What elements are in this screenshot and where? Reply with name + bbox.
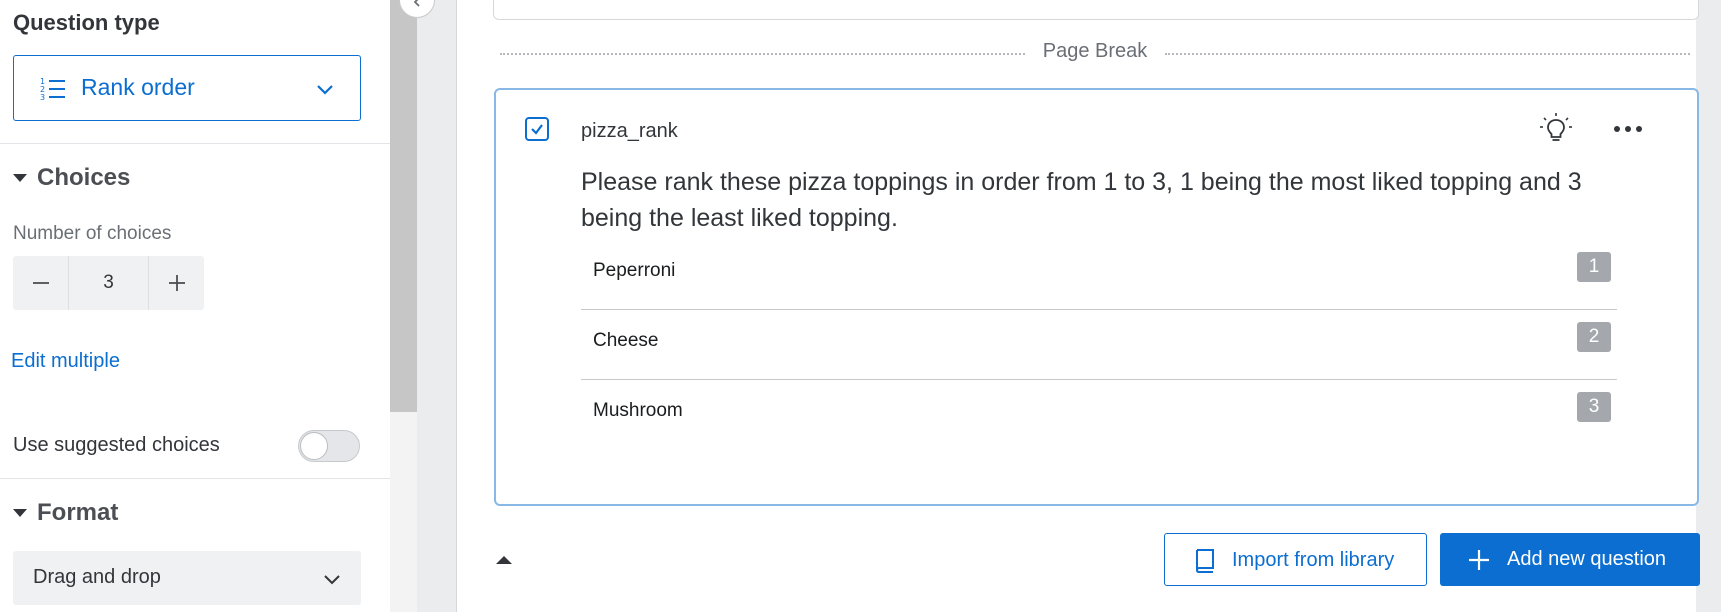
page-break-label: Page Break	[1042, 40, 1148, 62]
format-section-title: Format	[37, 499, 119, 526]
format-section-toggle[interactable]: Format	[13, 499, 118, 527]
choices-section-toggle[interactable]: Choices	[13, 164, 130, 192]
number-of-choices-value[interactable]: 3	[68, 256, 149, 310]
caret-down-icon	[13, 174, 27, 182]
page-break-line	[1165, 53, 1690, 55]
chevron-left-icon	[413, 0, 420, 7]
choice-label[interactable]: Peperroni	[593, 260, 675, 282]
caret-down-icon	[13, 509, 27, 517]
import-from-library-button[interactable]: Import from library	[1164, 533, 1427, 586]
question-card[interactable]: pizza_rank Please rank these pizza toppi…	[494, 88, 1699, 506]
rank-badge: 1	[1577, 252, 1611, 282]
question-select-checkbox[interactable]	[525, 117, 549, 141]
format-value: Drag and drop	[33, 566, 161, 588]
use-suggested-choices-label: Use suggested choices	[13, 434, 220, 456]
format-dropdown[interactable]: Drag and drop	[13, 551, 361, 605]
list-numbered-icon: 1 2 3	[40, 77, 65, 102]
page-break-line	[500, 53, 1025, 55]
choice-item[interactable]: Peperroni 1	[581, 240, 1617, 310]
previous-question-card[interactable]	[493, 0, 1699, 20]
plus-icon	[1469, 550, 1489, 570]
choice-label[interactable]: Mushroom	[593, 400, 683, 422]
question-id[interactable]: pizza_rank	[581, 120, 678, 143]
number-of-choices-label: Number of choices	[13, 223, 172, 244]
checkmark-icon	[531, 124, 543, 135]
edit-multiple-link[interactable]: Edit multiple	[11, 350, 120, 373]
question-type-dropdown[interactable]: 1 2 3 Rank order	[13, 55, 361, 121]
book-icon	[1195, 549, 1214, 573]
panel-scrollbar-thumb[interactable]	[390, 0, 417, 412]
question-type-value: Rank order	[81, 74, 195, 100]
add-new-question-label: Add new question	[1507, 548, 1667, 570]
lightbulb-icon[interactable]	[1539, 112, 1573, 146]
more-horizontal-icon[interactable]	[1611, 118, 1645, 140]
choice-list: Peperroni 1 Cheese 2 Mushroom 3	[581, 240, 1617, 450]
chevron-down-icon	[324, 575, 340, 585]
plus-icon	[168, 275, 185, 291]
svg-text:3: 3	[40, 93, 45, 102]
question-type-heading: Question type	[13, 10, 160, 35]
rank-badge: 3	[1577, 392, 1611, 422]
decrement-button[interactable]	[13, 256, 68, 310]
choices-section-title: Choices	[37, 164, 131, 191]
divider	[0, 478, 390, 479]
number-of-choices-stepper: 3	[13, 256, 204, 310]
page-break: Page Break	[500, 40, 1690, 66]
choice-item[interactable]: Cheese 2	[581, 310, 1617, 380]
toggle-knob	[300, 432, 328, 460]
add-new-question-button[interactable]: Add new question	[1440, 533, 1700, 586]
rank-badge: 2	[1577, 322, 1611, 352]
divider	[0, 143, 390, 144]
caret-up-icon[interactable]	[496, 556, 512, 564]
choice-label[interactable]: Cheese	[593, 330, 659, 352]
chevron-down-icon	[317, 85, 333, 95]
minus-icon	[32, 282, 49, 284]
increment-button[interactable]	[149, 256, 204, 310]
question-text[interactable]: Please rank these pizza toppings in orde…	[581, 164, 1601, 236]
choice-item[interactable]: Mushroom 3	[581, 380, 1617, 450]
import-from-library-label: Import from library	[1232, 549, 1395, 571]
use-suggested-choices-toggle[interactable]	[298, 430, 360, 462]
question-settings-panel: Question type 1 2 3 Rank order Choices N…	[0, 0, 390, 612]
